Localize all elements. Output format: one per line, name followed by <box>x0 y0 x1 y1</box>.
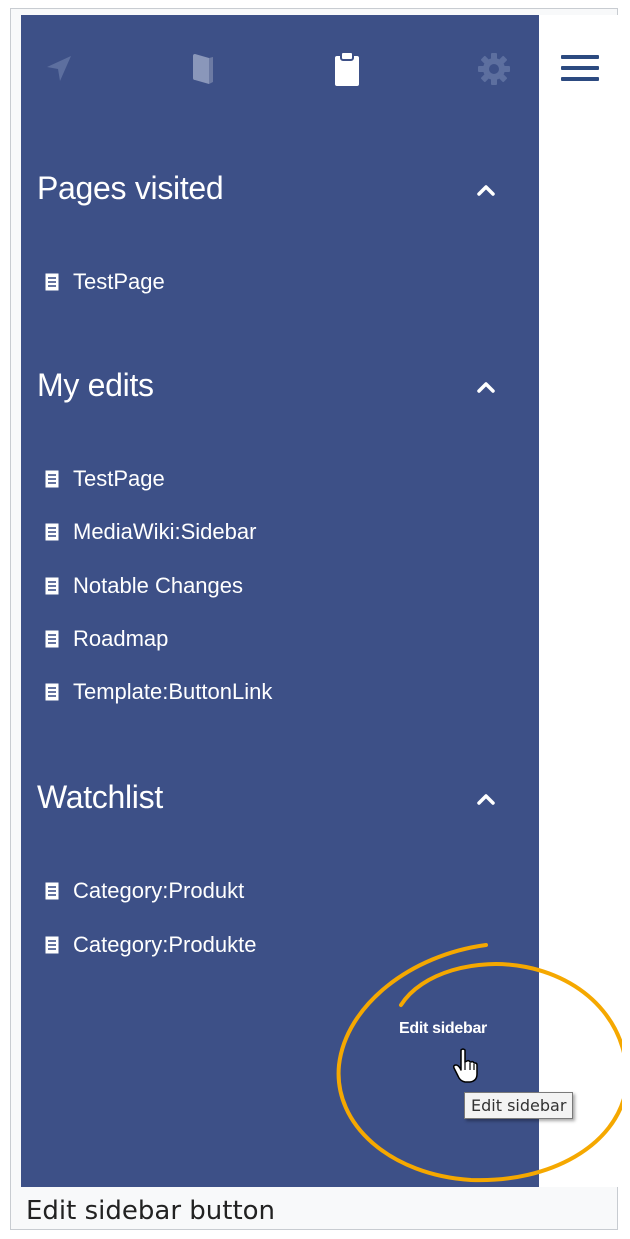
list-item[interactable]: Notable Changes <box>45 569 243 603</box>
sidebar: Pages visited TestPage My edits TestPage… <box>21 15 539 1187</box>
list-item-label: Notable Changes <box>73 573 244 598</box>
clipboard-icon[interactable] <box>329 51 365 87</box>
gear-icon[interactable] <box>476 51 512 87</box>
section-title-watchlist: Watchlist <box>37 779 163 815</box>
document-icon <box>45 470 59 488</box>
section-title-pages-visited: Pages visited <box>37 170 224 206</box>
navigation-arrow-icon[interactable] <box>41 51 77 87</box>
tooltip: Edit sidebar <box>464 1092 574 1119</box>
list-item-label: MediaWiki:Sidebar <box>73 519 257 544</box>
collapse-chevron-icon[interactable] <box>471 175 501 205</box>
list-item[interactable]: Roadmap <box>45 622 168 656</box>
document-icon <box>45 523 59 541</box>
document-icon <box>45 936 59 954</box>
list-item-label: TestPage <box>73 466 165 491</box>
document-icon <box>45 683 59 701</box>
screenshot-area: Pages visited TestPage My edits TestPage… <box>21 15 622 1187</box>
list-item[interactable]: TestPage <box>45 265 165 299</box>
list-item-label: Category:Produkt <box>73 878 245 903</box>
document-icon <box>45 882 59 900</box>
book-icon[interactable] <box>185 51 221 87</box>
figure-caption: Edit sidebar button <box>26 1196 276 1226</box>
hand-cursor-icon <box>453 1048 478 1083</box>
collapse-chevron-icon[interactable] <box>471 372 501 402</box>
hamburger-icon[interactable] <box>561 55 599 85</box>
document-icon <box>45 273 59 291</box>
list-item[interactable]: Template:ButtonLink <box>45 675 272 709</box>
content-area <box>539 15 622 1187</box>
document-icon <box>45 577 59 595</box>
list-item-label: Roadmap <box>73 626 169 651</box>
sidebar-top-bar <box>21 15 539 125</box>
list-item[interactable]: Category:Produkt <box>45 874 244 908</box>
section-title-my-edits: My edits <box>37 367 154 403</box>
list-item[interactable]: Category:Produkte <box>45 928 256 962</box>
list-item[interactable]: MediaWiki:Sidebar <box>45 515 256 549</box>
list-item-label: Template:ButtonLink <box>73 679 273 704</box>
list-item[interactable]: TestPage <box>45 462 165 496</box>
edit-sidebar-link[interactable]: Edit sidebar <box>399 1020 487 1038</box>
collapse-chevron-icon[interactable] <box>471 784 501 814</box>
list-item-label: Category:Produkte <box>73 932 257 957</box>
list-item-label: TestPage <box>73 269 165 294</box>
document-icon <box>45 630 59 648</box>
